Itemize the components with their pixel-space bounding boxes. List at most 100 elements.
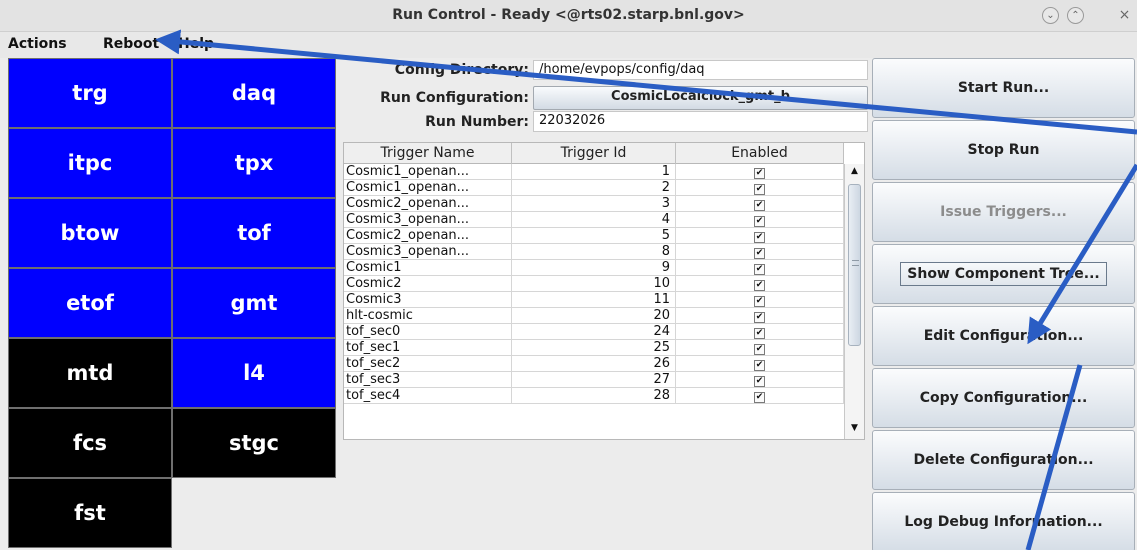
component-gmt[interactable]: gmt bbox=[172, 268, 336, 338]
column-header-enabled[interactable]: Enabled bbox=[676, 143, 844, 164]
component-daq[interactable]: daq bbox=[172, 58, 336, 128]
run-configuration-label: Run Configuration: bbox=[380, 90, 529, 106]
trigger-name-cell: Cosmic3_openan... bbox=[344, 244, 512, 260]
table-row[interactable]: Cosmic1_openan... 1 ✔ bbox=[344, 164, 844, 180]
enabled-cell: ✔ bbox=[676, 388, 844, 404]
trigger-id-cell: 3 bbox=[512, 196, 676, 212]
enabled-checkbox[interactable]: ✔ bbox=[754, 200, 765, 211]
table-row[interactable]: tof_sec4 28 ✔ bbox=[344, 388, 844, 404]
trigger-name-cell: Cosmic2_openan... bbox=[344, 228, 512, 244]
column-header-trigger-name[interactable]: Trigger Name bbox=[344, 143, 512, 164]
trigger-name-cell: hlt-cosmic bbox=[344, 308, 512, 324]
menu-reboot[interactable]: Reboot bbox=[103, 36, 159, 52]
column-header-trigger-id[interactable]: Trigger Id bbox=[512, 143, 676, 164]
table-body: Cosmic1_openan... 1 ✔ Cosmic1_openan... 2 ✔ Co… bbox=[344, 164, 844, 404]
scroll-thumb[interactable] bbox=[848, 184, 861, 346]
component-mtd[interactable]: mtd bbox=[8, 338, 172, 408]
table-row[interactable]: tof_sec1 25 ✔ bbox=[344, 340, 844, 356]
config-directory-field[interactable]: /home/evpops/config/daq bbox=[533, 60, 868, 80]
log-debug-information-button[interactable]: Log Debug Information... bbox=[872, 492, 1135, 550]
trigger-id-cell: 5 bbox=[512, 228, 676, 244]
component-fst[interactable]: fst bbox=[8, 478, 172, 548]
component-tof[interactable]: tof bbox=[172, 198, 336, 268]
trigger-name-cell: tof_sec0 bbox=[344, 324, 512, 340]
enabled-checkbox[interactable]: ✔ bbox=[754, 280, 765, 291]
table-scrollbar[interactable]: ▲ ▼ bbox=[844, 164, 864, 439]
enabled-checkbox[interactable]: ✔ bbox=[754, 344, 765, 355]
table-row[interactable]: hlt-cosmic 20 ✔ bbox=[344, 308, 844, 324]
enabled-cell: ✔ bbox=[676, 196, 844, 212]
config-directory-label: Config Directory: bbox=[394, 62, 529, 78]
trigger-id-cell: 4 bbox=[512, 212, 676, 228]
enabled-checkbox[interactable]: ✔ bbox=[754, 376, 765, 387]
enabled-cell: ✔ bbox=[676, 308, 844, 324]
minimize-icon[interactable]: ⌄ bbox=[1042, 7, 1059, 24]
component-l4[interactable]: l4 bbox=[172, 338, 336, 408]
enabled-checkbox[interactable]: ✔ bbox=[754, 232, 765, 243]
table-row[interactable]: Cosmic3 11 ✔ bbox=[344, 292, 844, 308]
show-component-tree-button[interactable]: Show Component Tree... bbox=[872, 244, 1135, 304]
title-bar: Run Control - Ready <@rts02.starp.bnl.go… bbox=[0, 0, 1137, 32]
scroll-down-icon[interactable]: ▼ bbox=[845, 423, 864, 437]
trigger-id-cell: 27 bbox=[512, 372, 676, 388]
enabled-checkbox[interactable]: ✔ bbox=[754, 168, 765, 179]
enabled-checkbox[interactable]: ✔ bbox=[754, 312, 765, 323]
component-fcs[interactable]: fcs bbox=[8, 408, 172, 478]
enabled-checkbox[interactable]: ✔ bbox=[754, 184, 765, 195]
component-btow[interactable]: btow bbox=[8, 198, 172, 268]
scroll-up-icon[interactable]: ▲ bbox=[845, 166, 864, 180]
enabled-checkbox[interactable]: ✔ bbox=[754, 296, 765, 307]
run-number-label: Run Number: bbox=[425, 114, 529, 130]
trigger-id-cell: 24 bbox=[512, 324, 676, 340]
enabled-checkbox[interactable]: ✔ bbox=[754, 248, 765, 259]
button-label: Show Component Tree... bbox=[900, 262, 1107, 286]
start-run-button[interactable]: Start Run... bbox=[872, 58, 1135, 118]
trigger-id-cell: 10 bbox=[512, 276, 676, 292]
enabled-checkbox[interactable]: ✔ bbox=[754, 264, 765, 275]
table-row[interactable]: tof_sec2 26 ✔ bbox=[344, 356, 844, 372]
enabled-cell: ✔ bbox=[676, 244, 844, 260]
enabled-cell: ✔ bbox=[676, 212, 844, 228]
component-grid: trg daq itpc tpx btow tof etof gmt mtd l… bbox=[8, 58, 336, 550]
table-row[interactable]: tof_sec3 27 ✔ bbox=[344, 372, 844, 388]
component-tpx[interactable]: tpx bbox=[172, 128, 336, 198]
menu-help[interactable]: Help bbox=[178, 36, 214, 52]
enabled-cell: ✔ bbox=[676, 372, 844, 388]
table-row[interactable]: Cosmic1 9 ✔ bbox=[344, 260, 844, 276]
trigger-name-cell: Cosmic2_openan... bbox=[344, 196, 512, 212]
trigger-id-cell: 25 bbox=[512, 340, 676, 356]
trigger-name-cell: Cosmic1_openan... bbox=[344, 180, 512, 196]
trigger-name-cell: Cosmic3_openan... bbox=[344, 212, 512, 228]
maximize-icon[interactable]: ⌃ bbox=[1067, 7, 1084, 24]
menu-actions[interactable]: Actions bbox=[8, 36, 67, 52]
trigger-name-cell: tof_sec1 bbox=[344, 340, 512, 356]
table-row[interactable]: tof_sec0 24 ✔ bbox=[344, 324, 844, 340]
copy-configuration-button[interactable]: Copy Configuration... bbox=[872, 368, 1135, 428]
trigger-name-cell: tof_sec2 bbox=[344, 356, 512, 372]
component-etof[interactable]: etof bbox=[8, 268, 172, 338]
run-configuration-combo[interactable]: CosmicLocalclock_gmt_b bbox=[533, 86, 868, 110]
component-itpc[interactable]: itpc bbox=[8, 128, 172, 198]
enabled-checkbox[interactable]: ✔ bbox=[754, 360, 765, 371]
table-row[interactable]: Cosmic3_openan... 4 ✔ bbox=[344, 212, 844, 228]
table-row[interactable]: Cosmic2 10 ✔ bbox=[344, 276, 844, 292]
edit-configuration-button[interactable]: Edit Configuration... bbox=[872, 306, 1135, 366]
trigger-id-cell: 20 bbox=[512, 308, 676, 324]
component-trg[interactable]: trg bbox=[8, 58, 172, 128]
enabled-checkbox[interactable]: ✔ bbox=[754, 216, 765, 227]
enabled-checkbox[interactable]: ✔ bbox=[754, 392, 765, 403]
close-icon[interactable]: × bbox=[1116, 7, 1133, 24]
enabled-cell: ✔ bbox=[676, 356, 844, 372]
stop-run-button[interactable]: Stop Run bbox=[872, 120, 1135, 180]
enabled-checkbox[interactable]: ✔ bbox=[754, 328, 765, 339]
delete-configuration-button[interactable]: Delete Configuration... bbox=[872, 430, 1135, 490]
table-row[interactable]: Cosmic1_openan... 2 ✔ bbox=[344, 180, 844, 196]
run-number-field[interactable]: 22032026 bbox=[533, 111, 868, 132]
enabled-cell: ✔ bbox=[676, 340, 844, 356]
component-stgc[interactable]: stgc bbox=[172, 408, 336, 478]
trigger-id-cell: 2 bbox=[512, 180, 676, 196]
table-row[interactable]: Cosmic3_openan... 8 ✔ bbox=[344, 244, 844, 260]
issue-triggers-button[interactable]: Issue Triggers... bbox=[872, 182, 1135, 242]
table-row[interactable]: Cosmic2_openan... 5 ✔ bbox=[344, 228, 844, 244]
table-row[interactable]: Cosmic2_openan... 3 ✔ bbox=[344, 196, 844, 212]
